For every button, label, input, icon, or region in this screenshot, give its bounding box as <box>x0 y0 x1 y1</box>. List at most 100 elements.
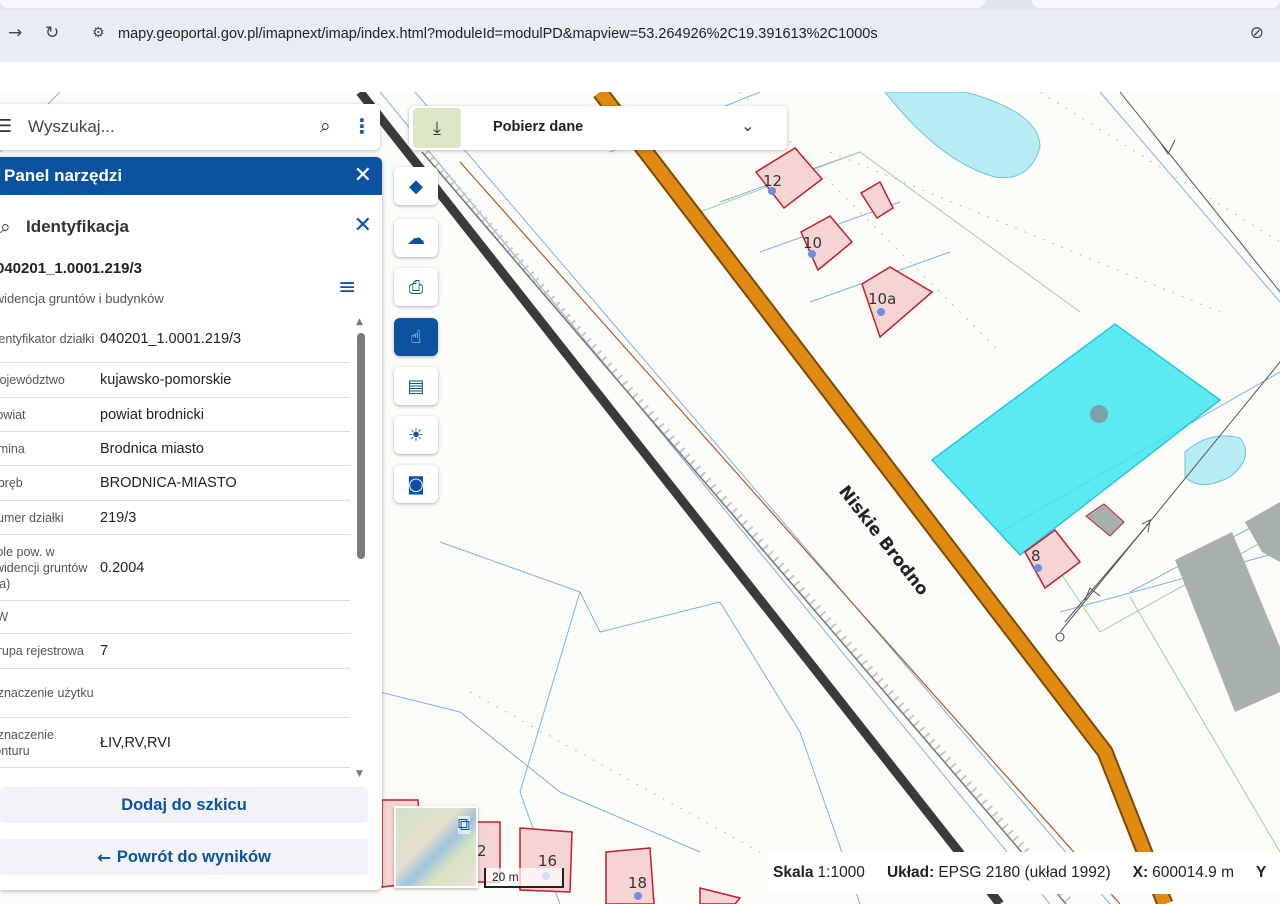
panel-header: Panel narzędzi ✕ <box>0 157 382 195</box>
add-to-sketch-button[interactable]: Dodaj do szkicu <box>0 787 368 823</box>
pointer-hand-icon: ☝ <box>410 326 422 348</box>
search-icon[interactable]: ⌕ <box>320 115 331 137</box>
attribute-key: Województwo <box>0 373 65 387</box>
kebab-menu-icon[interactable]: ⋮ <box>352 114 372 138</box>
address-bar[interactable]: ⚙ mapy.geoportal.gov.pl/imapnext/imap/in… <box>80 17 1270 51</box>
attribute-key: Numer działki <box>0 510 64 525</box>
crs-value: EPSG 2180 (układ 1992) <box>938 864 1111 881</box>
arrow-left-icon: ← <box>97 847 111 867</box>
sun-position-button[interactable]: ☀ <box>394 416 438 454</box>
attribute-value: ŁIV,RV,RVI <box>100 734 171 751</box>
site-info-icon[interactable]: ⚙ <box>92 25 105 41</box>
extension-icon[interactable]: ⊘ <box>1250 23 1264 43</box>
browser-toolbar: → ↻ ⚙ mapy.geoportal.gov.pl/imapnext/ima… <box>0 10 1280 62</box>
attribute-key: Obręb <box>0 476 23 490</box>
y-readout: Y <box>1256 864 1270 882</box>
close-panel-icon[interactable]: ✕ <box>354 163 372 188</box>
url-text[interactable]: mapy.geoportal.gov.pl/imapnext/imap/inde… <box>118 26 878 42</box>
search-input[interactable]: Wyszukaj... <box>28 117 115 137</box>
reload-icon[interactable]: ↻ <box>45 23 59 43</box>
scroll-up-icon[interactable]: ▲ <box>356 317 363 327</box>
x-value: 600014.9 m <box>1152 864 1235 881</box>
attribute-value: BRODNICA-MIASTO <box>100 475 237 491</box>
print-button[interactable]: ⎙ <box>394 268 438 306</box>
status-bar: Skala 1:1000 Układ: EPSG 2180 (układ 1992)… <box>767 852 1280 894</box>
table-row: Powiat powiat brodnicki <box>0 398 350 432</box>
crs-label: Układ: <box>886 864 935 881</box>
table-row: Oznaczenie użytku <box>0 669 350 718</box>
identify-button[interactable]: ☝ <box>394 318 438 356</box>
table-row: Obręb BRODNICA-MIASTO <box>0 466 350 501</box>
house-number-label: 8 <box>1031 547 1041 565</box>
close-tool-icon[interactable]: ✕ <box>354 213 372 238</box>
table-row: Numer działki 219/3 <box>0 501 350 535</box>
overview-minimap[interactable]: ⧉ <box>394 806 478 888</box>
expand-map-icon[interactable]: ⧉ <box>457 816 470 834</box>
attribute-value: 040201_1.0001.219/3 <box>100 330 242 347</box>
x-label: X: <box>1132 864 1149 881</box>
layers-button[interactable]: ◆ <box>394 167 438 205</box>
chevron-down-icon[interactable]: ⌄ <box>741 116 754 135</box>
table-row: Grupa rejestrowa 7 <box>0 634 350 669</box>
identify-header: ⌕ Identyfikacja ✕ <box>0 213 382 243</box>
house-number-label: 10a <box>868 290 897 308</box>
camera-icon: ◙ <box>407 473 425 495</box>
attribute-key: Grupa rejestrowa <box>0 644 84 658</box>
hamburger-menu-icon[interactable]: ☰ <box>0 116 12 137</box>
table-row: Klasoużytki <box>0 768 350 775</box>
tab-active[interactable] <box>0 0 985 8</box>
table-row: KW <box>0 601 350 634</box>
scale-value: 1:1000 <box>817 864 865 881</box>
back-to-results-button[interactable]: ← Powrót do wyników <box>0 839 368 875</box>
tool-title: Identyfikacja <box>26 217 129 236</box>
download-data-dropdown[interactable]: ⤓ Pobierz dane ⌄ <box>409 106 787 150</box>
scale-label: Skala <box>773 864 814 881</box>
object-subtitle: Ewidencja gruntów i budynków <box>0 291 164 306</box>
search-bar[interactable]: ☰ Wyszukaj... ⌕ ⋮ <box>0 104 380 150</box>
attribute-value: 219/3 <box>100 509 137 526</box>
search-icon: ⌕ <box>0 216 11 238</box>
x-readout: X: 600014.9 m <box>1133 864 1234 882</box>
table-row: Pole pow. w ewidencji gruntów (ha) 0.2004 <box>0 535 350 601</box>
attribute-value: powiat brodnicki <box>100 406 204 423</box>
attribute-value: kujawsko-pomorskie <box>100 372 232 388</box>
sunrise-icon: ☀ <box>407 424 425 446</box>
attribute-key: Oznaczenie konturu <box>0 727 55 758</box>
railway <box>356 92 1075 904</box>
tab-other[interactable] <box>1032 0 1280 8</box>
scale-bar: 20 m <box>484 868 564 888</box>
tab-strip <box>0 0 1280 10</box>
back-to-results-label: Powrót do wyników <box>116 847 271 866</box>
clipboard-button[interactable]: ▤ <box>394 367 438 405</box>
forward-icon[interactable]: → <box>8 23 22 43</box>
tools-panel: Panel narzędzi ✕ ⌕ Identyfikacja ✕ 04020… <box>0 157 382 890</box>
selected-parcel[interactable] <box>930 323 1222 557</box>
download-label: Pobierz dane <box>493 119 584 135</box>
table-row: Gmina Brodnica miasto <box>0 432 350 466</box>
layers-icon: ◆ <box>409 175 423 197</box>
y-label: Y <box>1256 864 1267 881</box>
house-number-label: 12 <box>763 172 783 190</box>
print-icon: ⎙ <box>408 276 424 298</box>
attribute-table: Identyfikator działki 040201_1.0001.219/3… <box>0 315 352 775</box>
object-menu-icon[interactable]: ≡ <box>338 275 356 300</box>
address-points <box>542 187 1042 900</box>
water-pond <box>884 92 1041 179</box>
house-number-label: 10 <box>803 234 823 252</box>
attribute-key: Pole pow. w ewidencji gruntów (ha) <box>0 544 88 591</box>
table-row: Oznaczenie konturu ŁIV,RV,RVI <box>0 718 350 768</box>
clipboard-icon: ▤ <box>407 375 425 397</box>
attribute-key: Powiat <box>0 407 26 422</box>
utility-node <box>1055 632 1065 642</box>
panel-title: Panel narzędzi <box>4 166 123 185</box>
browser-chrome: → ↻ ⚙ mapy.geoportal.gov.pl/imapnext/ima… <box>0 0 1280 62</box>
table-scrollbar[interactable]: ▲ ▼ <box>354 317 368 779</box>
cloud-add-button[interactable]: ☁ <box>394 219 438 257</box>
scale-readout: Skala 1:1000 <box>773 864 865 882</box>
download-icon: ⤓ <box>413 108 461 148</box>
scrollbar-thumb[interactable] <box>357 333 365 559</box>
screenshot-button[interactable]: ◙ <box>394 465 438 503</box>
scale-bar-label: 20 m <box>492 870 519 884</box>
table-row: Województwo kujawsko-pomorskie <box>0 363 350 398</box>
scroll-down-icon[interactable]: ▼ <box>356 769 363 779</box>
